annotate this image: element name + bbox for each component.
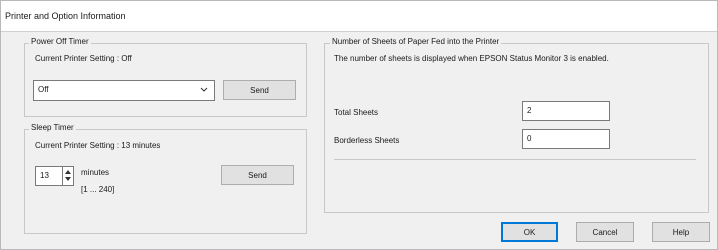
sleep-unit-label: minutes	[81, 168, 110, 177]
chevron-down-icon	[200, 87, 208, 92]
cancel-button[interactable]: Cancel	[576, 222, 634, 242]
sleep-current-setting: Current Printer Setting : 13 minutes	[35, 141, 161, 150]
sheets-fed-note: The number of sheets is displayed when E…	[334, 54, 609, 63]
spin-up-icon[interactable]	[65, 168, 71, 175]
power-off-send-button[interactable]: Send	[223, 80, 296, 100]
window-title: Printer and Option Information	[5, 11, 126, 21]
sleep-send-button[interactable]: Send	[221, 165, 294, 185]
power-off-timer-dropdown[interactable]: Off	[33, 80, 215, 101]
sleep-minutes-value: 13	[40, 171, 49, 180]
sheets-divider	[334, 159, 696, 160]
sheets-fed-group	[324, 43, 709, 213]
spin-down-icon[interactable]	[65, 176, 71, 183]
ok-button[interactable]: OK	[501, 222, 558, 242]
power-off-dropdown-value: Off	[38, 85, 49, 94]
total-sheets-value: 2	[527, 106, 532, 115]
sheets-fed-title: Number of Sheets of Paper Fed into the P…	[330, 37, 502, 46]
dialog-client-area: Power Off Timer Current Printer Setting …	[1, 32, 717, 249]
power-off-current-setting: Current Printer Setting : Off	[35, 54, 132, 63]
borderless-sheets-label: Borderless Sheets	[334, 136, 400, 145]
total-sheets-label: Total Sheets	[334, 108, 379, 117]
power-off-timer-title: Power Off Timer	[29, 37, 91, 46]
total-sheets-field: 2	[522, 101, 610, 121]
sleep-timer-title: Sleep Timer	[29, 123, 76, 132]
dialog-window: Printer and Option Information Power Off…	[0, 0, 718, 250]
sleep-minutes-spinner[interactable]	[62, 166, 74, 186]
help-button[interactable]: Help	[652, 222, 710, 242]
borderless-sheets-field: 0	[522, 129, 610, 149]
borderless-sheets-value: 0	[527, 134, 532, 143]
sleep-minutes-input[interactable]: 13	[35, 166, 63, 186]
sleep-range-label: [1 ... 240]	[81, 185, 115, 194]
title-bar: Printer and Option Information	[1, 1, 717, 32]
